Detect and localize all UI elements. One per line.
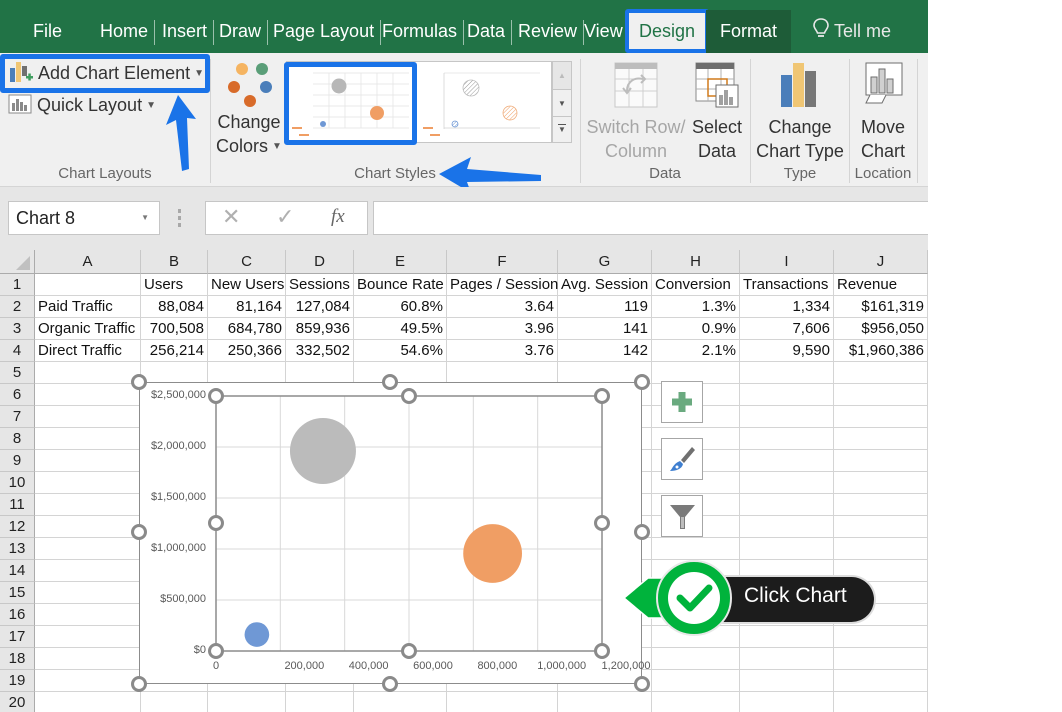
chart-resize-handle[interactable]	[634, 524, 650, 540]
excel-window: File Home Insert Draw Page Layout Formul…	[0, 0, 928, 712]
plot-area-resize-handle[interactable]	[208, 643, 224, 659]
chart-filters-button[interactable]	[661, 495, 703, 537]
chart-resize-handle[interactable]	[634, 374, 650, 390]
chart-resize-handle[interactable]	[131, 524, 147, 540]
callout-text: Click Chart	[744, 584, 847, 607]
chart-resize-handle[interactable]	[131, 676, 147, 692]
x-tick-label: 1,200,000	[601, 660, 651, 672]
x-tick-label: 600,000	[413, 660, 453, 672]
blank-margin	[928, 0, 1062, 712]
callout-badge	[622, 560, 732, 636]
x-tick-label: 400,000	[348, 660, 389, 672]
plot-area-resize-handle[interactable]	[594, 643, 610, 659]
bubble-paid-traffic	[244, 622, 270, 647]
chart-elements-button[interactable]	[661, 381, 703, 423]
chart-styles-button[interactable]	[661, 438, 703, 480]
funnel-icon	[670, 505, 695, 529]
plot-area-resize-handle[interactable]	[401, 643, 417, 659]
plus-icon	[672, 392, 692, 412]
y-tick-label: $2,500,000	[150, 389, 206, 401]
chart-resize-handle[interactable]	[382, 374, 398, 390]
y-tick-label: $1,000,000	[150, 542, 206, 554]
plot-area-resize-handle[interactable]	[401, 388, 417, 404]
plot-area-resize-handle[interactable]	[594, 388, 610, 404]
bubble-organic-traffic	[463, 524, 523, 583]
x-tick-label: 0	[212, 660, 220, 672]
y-tick-label: $1,500,000	[150, 491, 206, 503]
x-tick-label: 1,000,000	[537, 660, 587, 672]
plot-area-resize-handle[interactable]	[208, 515, 224, 531]
y-tick-label: $500,000	[160, 593, 206, 605]
bubble-direct-traffic	[289, 418, 356, 485]
click-chart-callout: Click Chart	[622, 560, 876, 640]
y-tick-label: $2,000,000	[150, 440, 206, 452]
paintbrush-icon	[670, 447, 695, 471]
x-tick-label: 200,000	[284, 660, 325, 672]
plot-area-resize-handle[interactable]	[208, 388, 224, 404]
y-tick-label: $0	[193, 644, 206, 656]
x-tick-label: 800,000	[477, 660, 518, 672]
plot-area-resize-handle[interactable]	[594, 515, 610, 531]
chart-resize-handle[interactable]	[382, 676, 398, 692]
chart-resize-handle[interactable]	[634, 676, 650, 692]
chart-resize-handle[interactable]	[131, 374, 147, 390]
